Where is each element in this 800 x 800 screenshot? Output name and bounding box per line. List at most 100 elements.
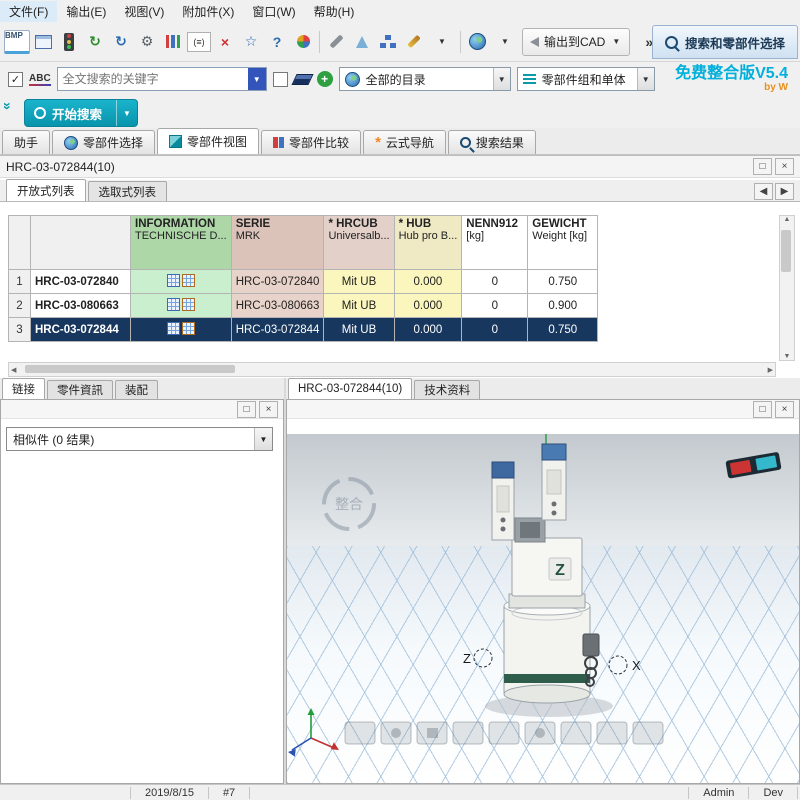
status-light-button[interactable] (56, 29, 82, 55)
statistics-button[interactable] (160, 29, 186, 55)
tab-part-3d[interactable]: HRC-03-072844(10) (288, 378, 413, 399)
gewicht-cell[interactable]: 0.750 (527, 269, 599, 294)
tab-part-compare[interactable]: 零部件比较 (261, 130, 362, 154)
tab-part-selection[interactable]: 零部件选择 (52, 130, 156, 154)
bmp-export-button[interactable]: BMP (4, 29, 30, 55)
menu-window[interactable]: 窗口(W) (243, 1, 304, 22)
scope-dropdown-button[interactable]: ▼ (636, 68, 654, 90)
anaglyph-glasses-icon[interactable] (725, 452, 782, 479)
col-header-hub[interactable]: * HUB Hub pro B... (393, 215, 463, 270)
col-header-hrcub[interactable]: * HRCUB Universalb... (323, 215, 395, 270)
tab-assistant[interactable]: 助手 (2, 130, 51, 154)
table-icon[interactable] (181, 297, 195, 311)
catalog-select[interactable]: 全部的目录 ▼ (338, 67, 511, 91)
search-panel-header[interactable]: 搜索和零部件选择 (651, 25, 798, 59)
output-to-cad-button[interactable]: 输出到CAD ▼ (522, 27, 631, 56)
datasheet-icon[interactable] (166, 321, 180, 335)
part-name-cell[interactable]: HRC-03-072840 (30, 269, 131, 294)
hub-cell[interactable]: 0.000 (393, 293, 463, 318)
nav-button[interactable] (560, 721, 592, 745)
part-name-cell[interactable]: HRC-03-072844 (30, 317, 131, 342)
nav-button[interactable] (452, 721, 484, 745)
similar-parts-dropdown-button[interactable]: ▼ (254, 428, 272, 450)
nenn912-cell[interactable]: 0 (461, 317, 529, 342)
update-button[interactable]: ↻ (82, 29, 108, 55)
scroll-right-icon[interactable]: ▶ (768, 366, 773, 374)
col-header-information[interactable]: INFORMATION TECHNISCHE D... (130, 215, 232, 270)
gewicht-cell[interactable]: 0.900 (527, 293, 599, 318)
settings-button[interactable]: ⚙ (134, 29, 160, 55)
scroll-down-icon[interactable]: ▼ (784, 353, 791, 360)
robot-gripper-model[interactable]: Z (485, 443, 613, 717)
wizard-button[interactable] (401, 29, 427, 55)
viewport-3d[interactable]: 整合 Z Z X (287, 434, 799, 783)
tab-assembly[interactable]: 装配 (115, 380, 158, 399)
view-mode-button[interactable] (464, 29, 490, 55)
hub-cell[interactable]: 0.000 (393, 317, 463, 342)
close-button[interactable]: × (259, 400, 278, 418)
col-header-nenn912[interactable]: NENN912 [kg] (461, 215, 529, 270)
scroll-left-icon[interactable]: ◀ (11, 366, 16, 374)
help-button[interactable]: ? (264, 29, 290, 55)
subtab-pick-list[interactable]: 选取式列表 (87, 181, 167, 201)
nav-button[interactable] (344, 721, 376, 745)
table-icon[interactable] (181, 273, 195, 287)
col-header-gewicht[interactable]: GEWICHT Weight [kg] (527, 215, 599, 270)
search-input[interactable] (57, 68, 248, 90)
tab-search-results[interactable]: 搜索结果 (447, 130, 536, 154)
favorites-button[interactable]: ☆ (238, 29, 264, 55)
hrcub-cell[interactable]: Mit UB (323, 317, 395, 342)
datasheet-icon[interactable] (166, 273, 180, 287)
close-button[interactable]: × (775, 400, 794, 418)
collapse-chevron-icon[interactable]: » (0, 102, 16, 110)
start-search-button[interactable]: 开始搜索 ▼ (24, 99, 138, 127)
table-row[interactable]: 2 HRC-03-080663 HRC-03-080663 Mit UB 0.0… (8, 293, 599, 318)
clear-filter-button[interactable]: × (212, 29, 238, 55)
scroll-up-icon[interactable]: ▲ (784, 216, 791, 223)
hub-cell[interactable]: 0.000 (393, 269, 463, 294)
subtab-scroll-right-button[interactable]: ▶ (775, 183, 794, 200)
menu-addons[interactable]: 附加件(X) (173, 1, 243, 22)
horizontal-scrollbar[interactable]: ◀ ▶ (8, 362, 776, 377)
viewer-nav-toolbar[interactable] (344, 721, 664, 745)
serie-cell[interactable]: HRC-03-072840 (230, 269, 325, 294)
start-search-dropdown[interactable]: ▼ (116, 100, 137, 126)
screenshot-button[interactable] (30, 29, 56, 55)
table-row-selected[interactable]: 3 HRC-03-072844 HRC-03-072844 Mit UB 0.0… (8, 317, 599, 342)
maximize-button[interactable]: □ (753, 400, 772, 418)
info-cell[interactable] (130, 317, 232, 342)
scroll-thumb[interactable] (781, 230, 791, 272)
gewicht-cell[interactable]: 0.750 (527, 317, 599, 342)
view-mode-dropdown[interactable]: ▼ (490, 29, 520, 55)
subtab-scroll-left-button[interactable]: ◀ (754, 183, 773, 200)
wizard-dropdown[interactable]: ▼ (427, 29, 457, 55)
maximize-button[interactable]: □ (237, 400, 256, 418)
tab-part-info[interactable]: 零件資訊 (47, 380, 113, 399)
info-cell[interactable] (130, 269, 232, 294)
scroll-thumb[interactable] (25, 365, 235, 373)
nav-button[interactable] (488, 721, 520, 745)
tab-part-view[interactable]: 零部件视图 (157, 128, 260, 154)
menu-file[interactable]: 文件(F) (0, 0, 58, 22)
scope-select[interactable]: 零部件组和单体 ▼ (516, 67, 655, 91)
tools-button[interactable] (323, 29, 349, 55)
keyword-dropdown-button[interactable]: ▼ (247, 68, 266, 90)
nenn912-cell[interactable]: 0 (461, 269, 529, 294)
menu-help[interactable]: 帮助(H) (305, 1, 364, 22)
datasheet-icon[interactable] (166, 297, 180, 311)
subtab-open-list[interactable]: 开放式列表 (6, 179, 86, 201)
similar-parts-select[interactable]: 相似件 (0 结果) ▼ (6, 427, 273, 451)
option-checkbox[interactable] (272, 71, 288, 87)
nav-button[interactable] (632, 721, 664, 745)
hrcub-cell[interactable]: Mit UB (323, 269, 395, 294)
menu-output[interactable]: 输出(E) (57, 1, 115, 22)
fulltext-checkbox[interactable]: ✓ (8, 71, 23, 87)
part-name-cell[interactable]: HRC-03-080663 (30, 293, 131, 318)
eraser-icon[interactable] (291, 73, 314, 85)
measure-button[interactable] (349, 29, 375, 55)
serie-cell[interactable]: HRC-03-080663 (230, 293, 325, 318)
table-row[interactable]: 1 HRC-03-072840 HRC-03-072840 Mit UB 0.0… (8, 269, 599, 294)
menu-view[interactable]: 视图(V) (115, 1, 173, 22)
sync-button[interactable]: ↻ (108, 29, 134, 55)
tab-cloud-navigation[interactable]: * 云式导航 (363, 130, 446, 154)
